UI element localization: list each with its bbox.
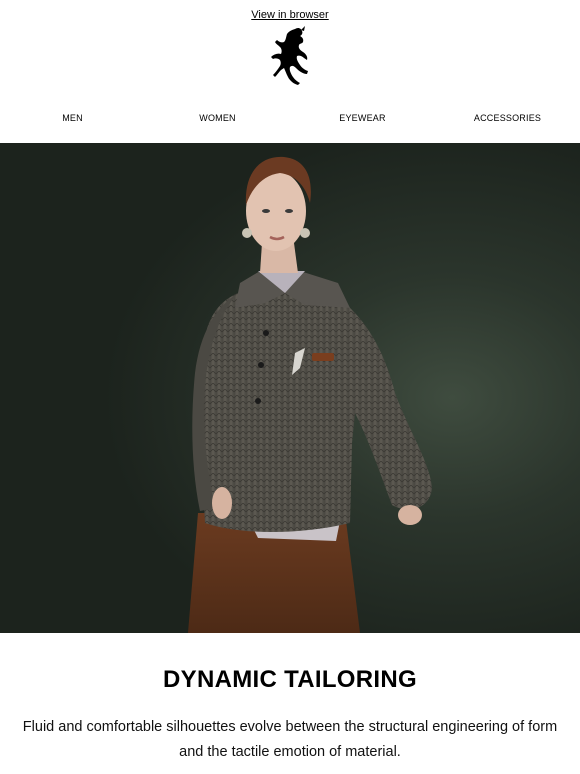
view-in-browser-bar: View in browser	[0, 0, 580, 25]
main-nav: MEN WOMEN EYEWEAR ACCESSORIES	[0, 94, 580, 142]
prancing-horse-icon	[271, 26, 308, 86]
view-in-browser-link[interactable]: View in browser	[251, 9, 328, 21]
brand-logo[interactable]	[0, 25, 580, 90]
headline: DYNAMIC TAILORING	[163, 666, 417, 693]
nav-item-eyewear[interactable]: EYEWEAR	[290, 113, 435, 123]
hero-image[interactable]	[0, 143, 580, 633]
nav-item-men[interactable]: MEN	[0, 113, 145, 123]
nav-item-accessories[interactable]: ACCESSORIES	[435, 113, 580, 123]
body-copy: Fluid and comfortable silhouettes evolve…	[22, 719, 558, 760]
nav-item-women[interactable]: WOMEN	[145, 113, 290, 123]
model-illustration	[188, 156, 432, 633]
